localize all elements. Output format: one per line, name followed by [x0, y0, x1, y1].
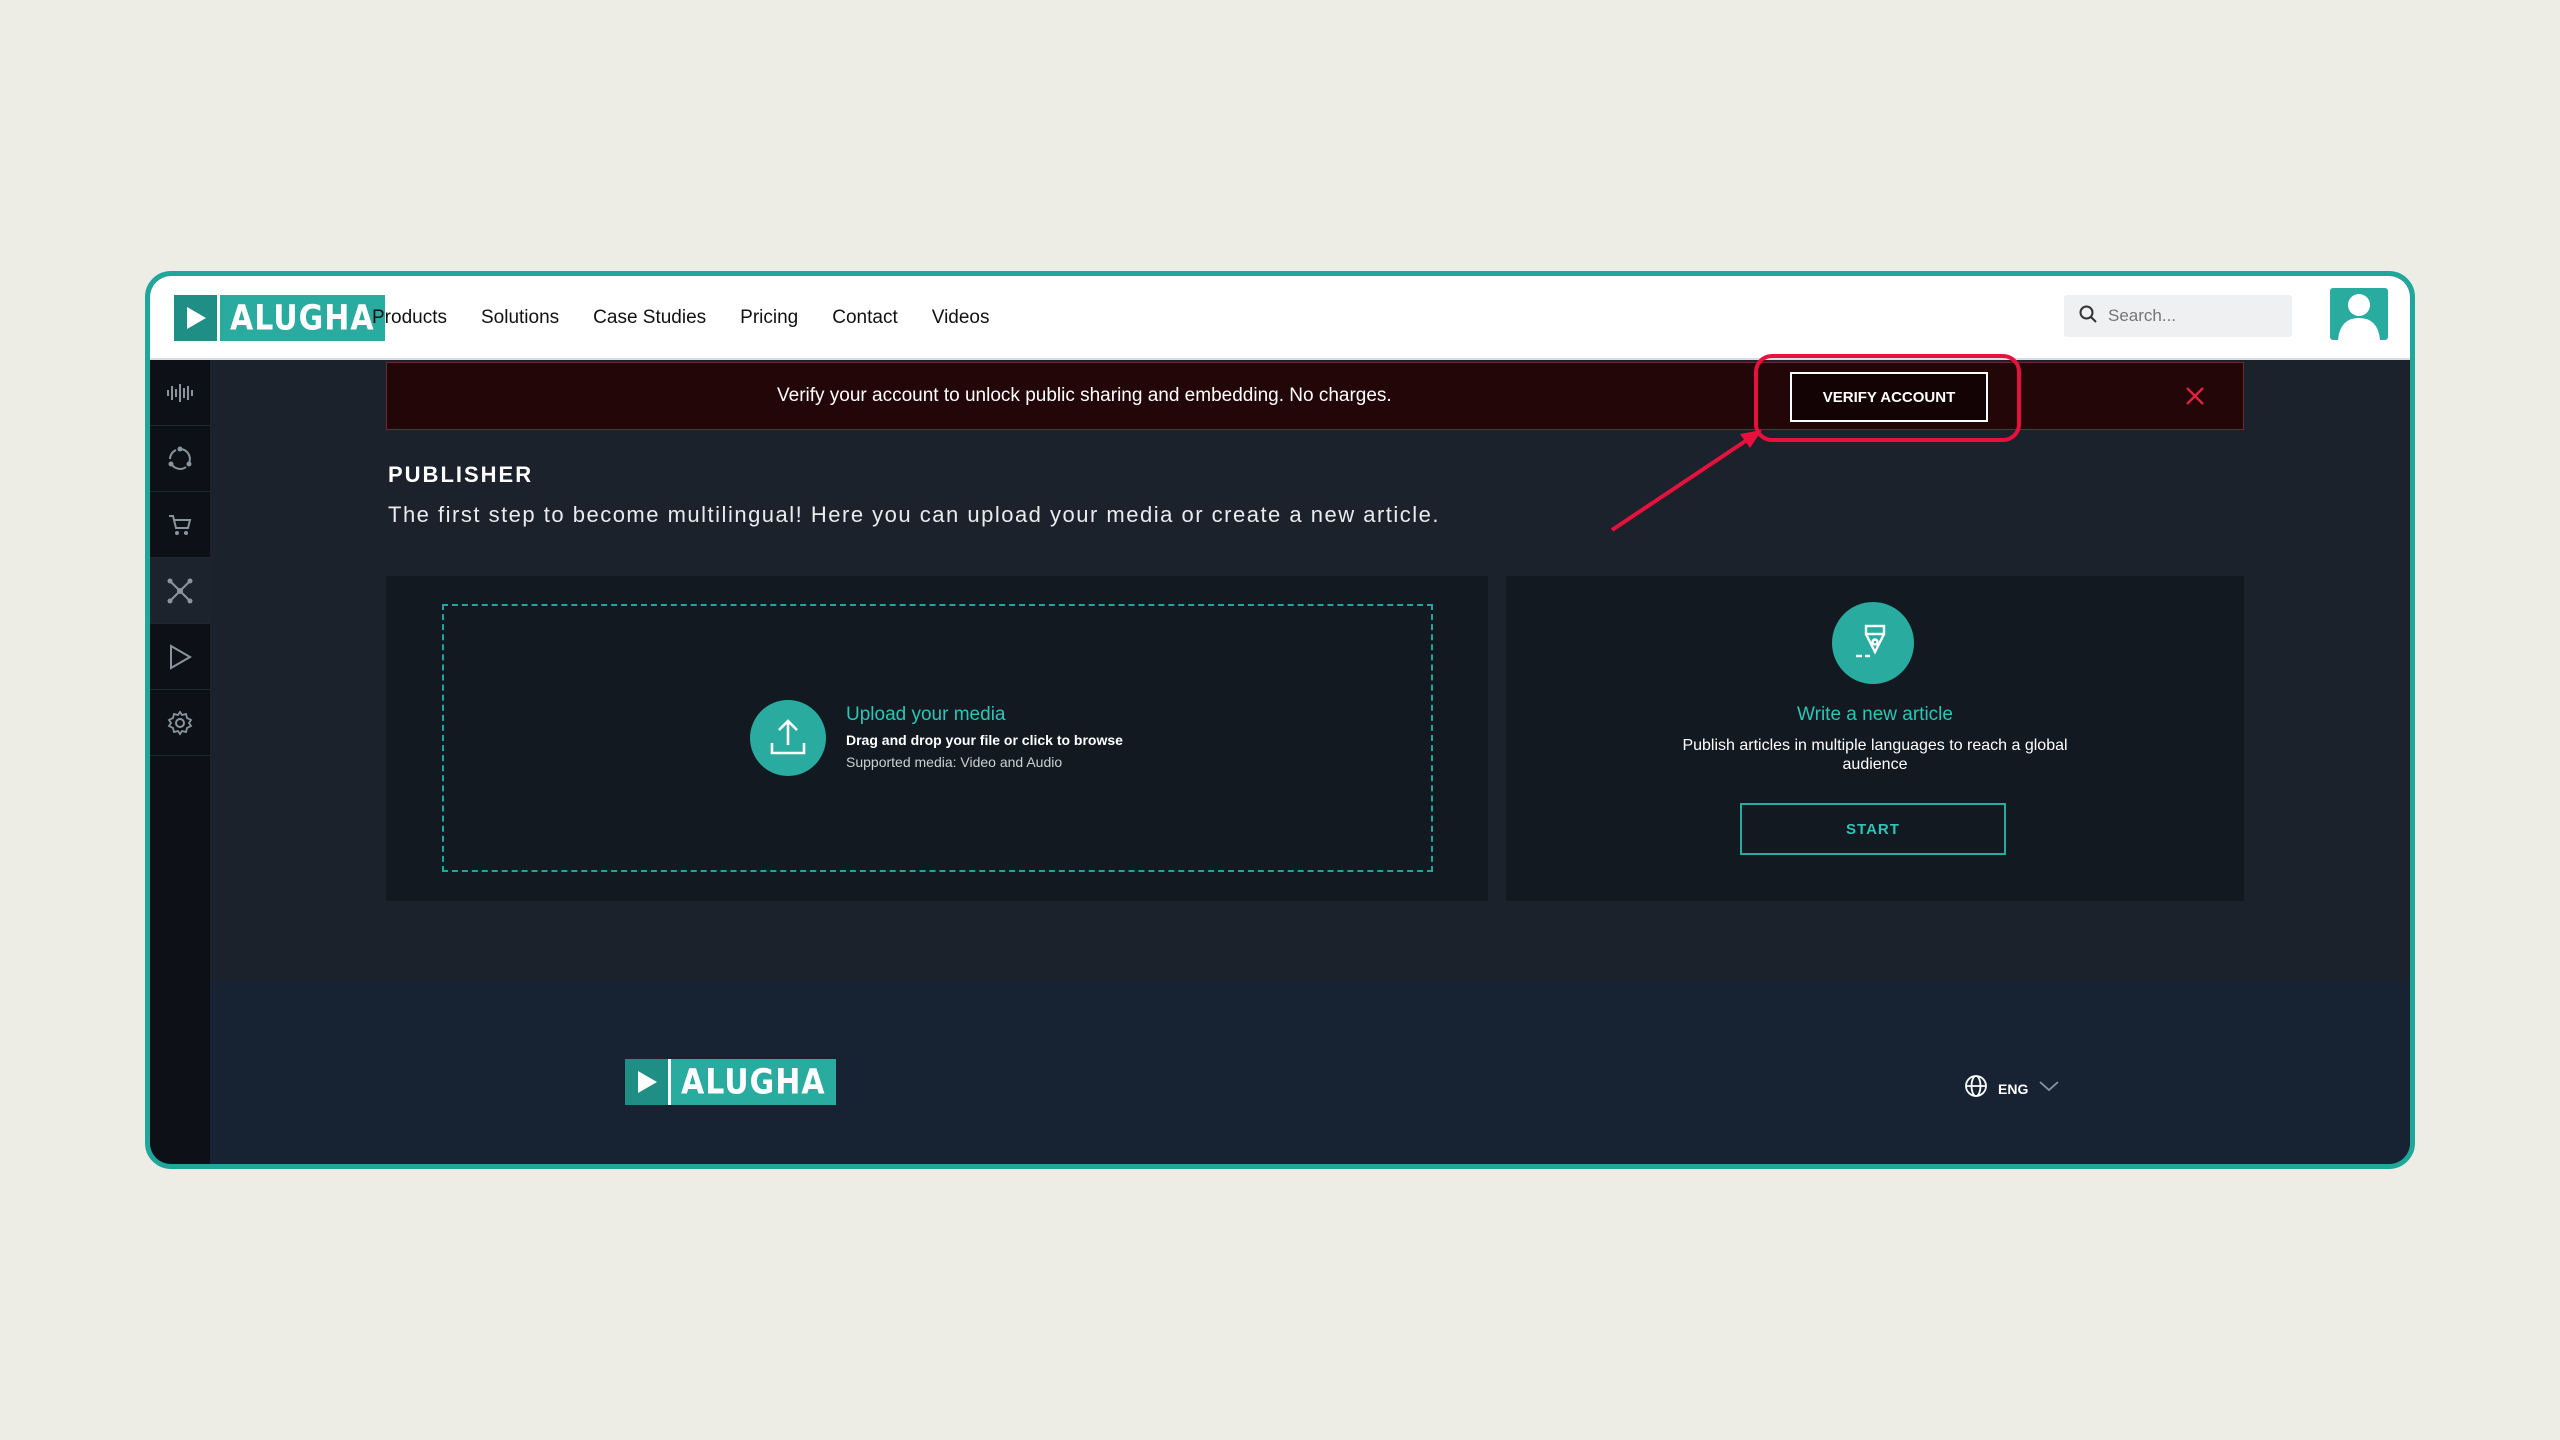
annotation-highlight [1754, 354, 2021, 442]
cycle-icon [168, 446, 192, 470]
logo-play-icon [174, 295, 220, 341]
upload-instructions: Drag and drop your file or click to brow… [846, 732, 1123, 748]
pen-nib-icon [1832, 602, 1914, 684]
top-navbar: ALUGHA Products Solutions Case Studies P… [150, 276, 2410, 360]
search-input[interactable] [2108, 306, 2278, 326]
start-article-button[interactable]: START [1740, 803, 2006, 855]
nav-products[interactable]: Products [372, 307, 447, 329]
footer-logo-wordmark: ALUGHA [681, 1061, 826, 1103]
upload-dropzone[interactable]: Upload your media Drag and drop your fil… [442, 604, 1433, 872]
nav-contact[interactable]: Contact [832, 307, 897, 329]
sidebar-item-shop[interactable] [150, 492, 210, 558]
globe-icon [1964, 1074, 1988, 1103]
nav-videos[interactable]: Videos [932, 307, 990, 329]
main-nav: Products Solutions Case Studies Pricing … [372, 276, 990, 360]
nav-case-studies[interactable]: Case Studies [593, 307, 706, 329]
user-avatar[interactable] [2330, 288, 2388, 340]
banner-message: Verify your account to unlock public sha… [777, 385, 1392, 406]
gear-icon [167, 709, 193, 736]
left-sidebar [150, 360, 210, 1164]
page-subtitle: The first step to become multilingual! H… [388, 502, 1441, 527]
close-icon[interactable] [2184, 385, 2206, 412]
sidebar-item-settings[interactable] [150, 690, 210, 756]
upload-icon [750, 700, 826, 776]
app-window: ALUGHA Products Solutions Case Studies P… [145, 271, 2415, 1169]
upload-card: Upload your media Drag and drop your fil… [386, 576, 1488, 901]
footer-logo[interactable]: ALUGHA [625, 1059, 836, 1105]
sidebar-item-cycle[interactable] [150, 426, 210, 492]
language-label: ENG [1998, 1080, 2029, 1097]
page-title: PUBLISHER [388, 462, 534, 487]
article-title: Write a new article [1797, 704, 1953, 725]
language-selector[interactable]: ENG [1964, 1074, 2060, 1103]
search-icon [2078, 304, 2098, 329]
sidebar-item-player[interactable] [150, 624, 210, 690]
logo-wordmark: ALUGHA [230, 297, 375, 339]
footer-logo-play-icon [625, 1059, 671, 1105]
play-icon [170, 643, 192, 670]
cart-icon [169, 514, 192, 535]
nav-solutions[interactable]: Solutions [481, 307, 559, 329]
article-description: Publish articles in multiple languages t… [1682, 737, 2068, 773]
footer: ALUGHA ENG [210, 981, 2410, 1164]
nav-pricing[interactable]: Pricing [740, 307, 798, 329]
article-card: Write a new article Publish articles in … [1506, 576, 2244, 901]
sidebar-item-audio[interactable] [150, 360, 210, 426]
user-icon [2338, 294, 2380, 340]
search-box[interactable] [2064, 295, 2292, 337]
soundwave-icon [167, 383, 193, 402]
upload-supported-media: Supported media: Video and Audio [846, 754, 1063, 770]
network-icon [167, 578, 193, 603]
chevron-down-icon [2038, 1079, 2060, 1098]
brand-logo[interactable]: ALUGHA [174, 295, 385, 341]
upload-title: Upload your media [846, 704, 1006, 725]
sidebar-item-network[interactable] [150, 558, 210, 624]
